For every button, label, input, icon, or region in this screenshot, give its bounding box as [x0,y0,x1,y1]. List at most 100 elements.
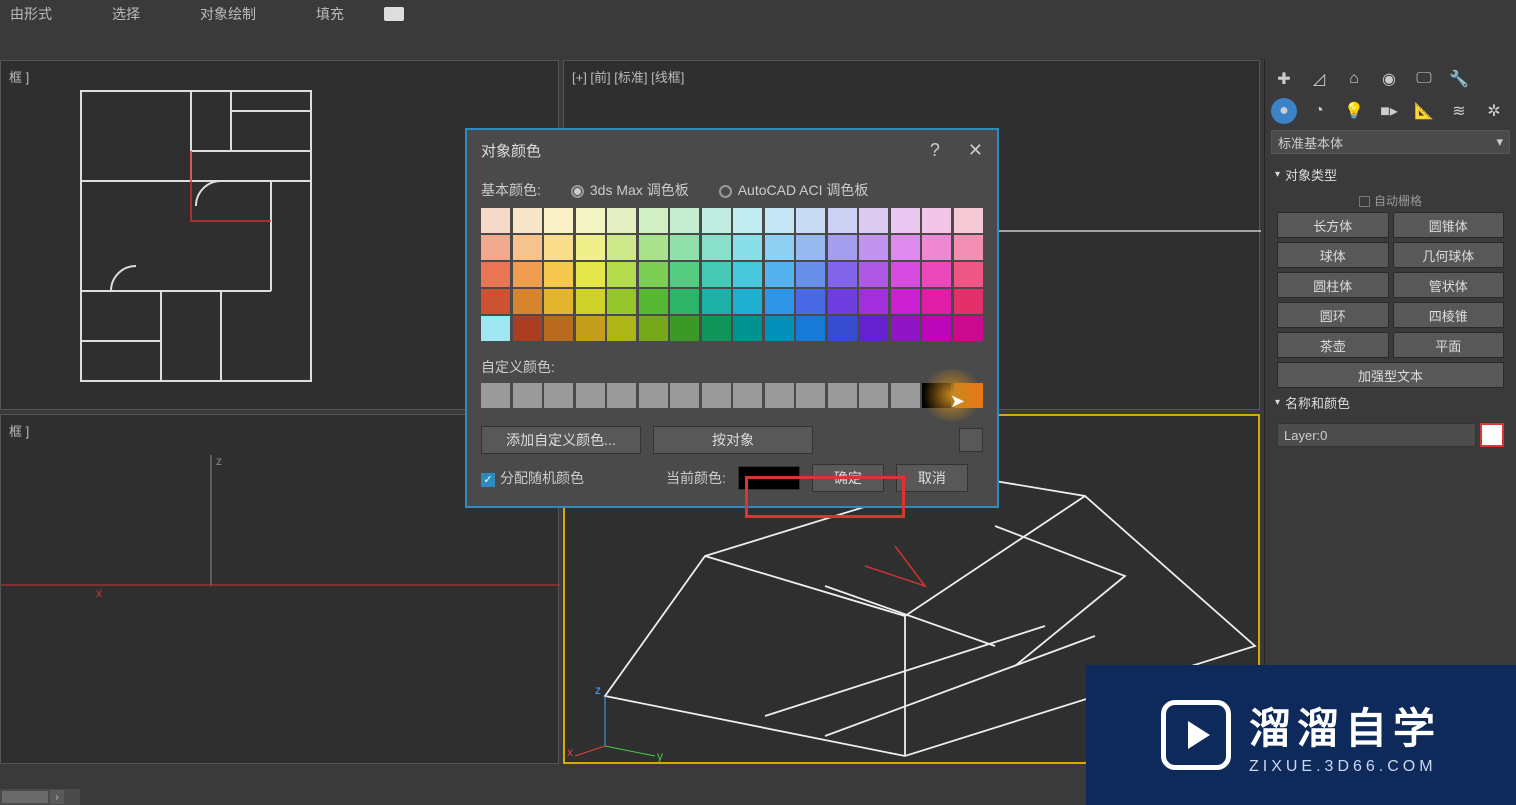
custom-swatch[interactable] [639,383,668,408]
custom-swatch[interactable] [576,383,605,408]
color-swatch[interactable] [576,262,605,287]
color-swatch[interactable] [544,316,573,341]
color-swatch[interactable] [670,208,699,233]
color-swatch[interactable] [859,316,888,341]
color-swatch[interactable] [639,316,668,341]
custom-swatch[interactable] [733,383,762,408]
color-swatch[interactable] [607,289,636,314]
systems-icon[interactable]: ✲ [1481,98,1507,124]
radio-autocad[interactable]: AutoCAD ACI 调色板 [719,180,869,200]
custom-swatch[interactable] [513,383,542,408]
color-swatch[interactable] [922,208,951,233]
modify-tab-icon[interactable]: ◿ [1306,66,1332,92]
btn-textplus[interactable]: 加强型文本 [1277,362,1504,388]
color-swatch[interactable] [670,235,699,260]
color-swatch[interactable] [859,262,888,287]
custom-swatch[interactable] [607,383,636,408]
help-icon[interactable]: ? [930,140,940,161]
section-object-type[interactable]: 对象类型 [1271,160,1510,189]
object-name-input[interactable] [1277,423,1476,447]
helpers-icon[interactable]: 📐 [1411,98,1437,124]
color-swatch[interactable] [891,316,920,341]
btn-tube[interactable]: 管状体 [1393,272,1505,298]
btn-pyramid[interactable]: 四棱锥 [1393,302,1505,328]
color-swatch[interactable] [576,316,605,341]
cancel-button[interactable]: 取消 [896,464,968,492]
btn-sphere[interactable]: 球体 [1277,242,1389,268]
color-swatch[interactable] [828,235,857,260]
color-swatch[interactable] [796,208,825,233]
object-color-swatch[interactable] [1480,423,1504,447]
color-swatch[interactable] [891,262,920,287]
color-swatch[interactable] [733,235,762,260]
create-tab-icon[interactable]: ✚ [1271,66,1297,92]
lights-icon[interactable]: 💡 [1341,98,1367,124]
color-picker-icon[interactable] [959,428,983,452]
color-swatch[interactable] [481,208,510,233]
btn-cone[interactable]: 圆锥体 [1393,212,1505,238]
color-swatch[interactable] [765,316,794,341]
color-swatch[interactable] [796,316,825,341]
btn-torus[interactable]: 圆环 [1277,302,1389,328]
color-swatch[interactable] [828,289,857,314]
color-swatch[interactable] [607,316,636,341]
color-swatch[interactable] [607,235,636,260]
color-swatch[interactable] [639,262,668,287]
custom-swatch[interactable] [954,383,983,408]
radio-3dsmax[interactable]: 3ds Max 调色板 [571,180,689,200]
custom-swatch[interactable] [702,383,731,408]
color-swatch[interactable] [702,316,731,341]
color-swatch[interactable] [513,316,542,341]
color-swatch[interactable] [765,235,794,260]
color-swatch[interactable] [670,289,699,314]
motion-tab-icon[interactable]: ◉ [1376,66,1402,92]
color-swatch[interactable] [544,235,573,260]
section-name-color[interactable]: 名称和颜色 [1271,388,1510,417]
color-swatch[interactable] [796,289,825,314]
color-swatch[interactable] [828,262,857,287]
color-swatch[interactable] [891,235,920,260]
color-swatch[interactable] [702,235,731,260]
custom-swatch[interactable] [544,383,573,408]
color-swatch[interactable] [607,262,636,287]
custom-swatch[interactable] [828,383,857,408]
hierarchy-tab-icon[interactable]: ⌂ [1341,66,1367,92]
btn-geosphere[interactable]: 几何球体 [1393,242,1505,268]
ok-button[interactable]: 确定 [812,464,884,492]
assign-random-checkbox[interactable]: ✓分配随机颜色 [481,468,584,488]
color-swatch[interactable] [481,235,510,260]
display-tab-icon[interactable]: 🖵 [1411,66,1437,92]
color-swatch[interactable] [670,262,699,287]
color-swatch[interactable] [576,235,605,260]
btn-plane[interactable]: 平面 [1393,332,1505,358]
color-swatch[interactable] [639,208,668,233]
color-swatch[interactable] [828,208,857,233]
mail-icon[interactable] [384,7,404,21]
color-swatch[interactable] [828,316,857,341]
color-swatch[interactable] [954,208,983,233]
color-swatch[interactable] [954,316,983,341]
custom-swatch[interactable] [670,383,699,408]
color-swatch[interactable] [702,262,731,287]
color-swatch[interactable] [607,208,636,233]
utilities-tab-icon[interactable]: 🔧 [1446,66,1472,92]
custom-swatch[interactable] [859,383,888,408]
color-swatch[interactable] [859,235,888,260]
auto-grid-checkbox[interactable]: 自动栅格 [1271,189,1510,212]
color-swatch[interactable] [765,289,794,314]
color-swatch[interactable] [639,235,668,260]
color-swatch[interactable] [859,208,888,233]
color-swatch[interactable] [481,289,510,314]
menu-select[interactable]: 选择 [112,4,140,24]
color-swatch[interactable] [481,316,510,341]
primitive-dropdown[interactable]: 标准基本体▾ [1271,130,1510,154]
color-swatch[interactable] [639,289,668,314]
menu-objectpaint[interactable]: 对象绘制 [200,4,256,24]
color-swatch[interactable] [954,235,983,260]
custom-swatch[interactable] [481,383,510,408]
menu-freeform[interactable]: 由形式 [10,4,52,24]
color-swatch[interactable] [765,262,794,287]
color-swatch[interactable] [576,208,605,233]
close-icon[interactable]: ✕ [968,140,983,161]
btn-box[interactable]: 长方体 [1277,212,1389,238]
